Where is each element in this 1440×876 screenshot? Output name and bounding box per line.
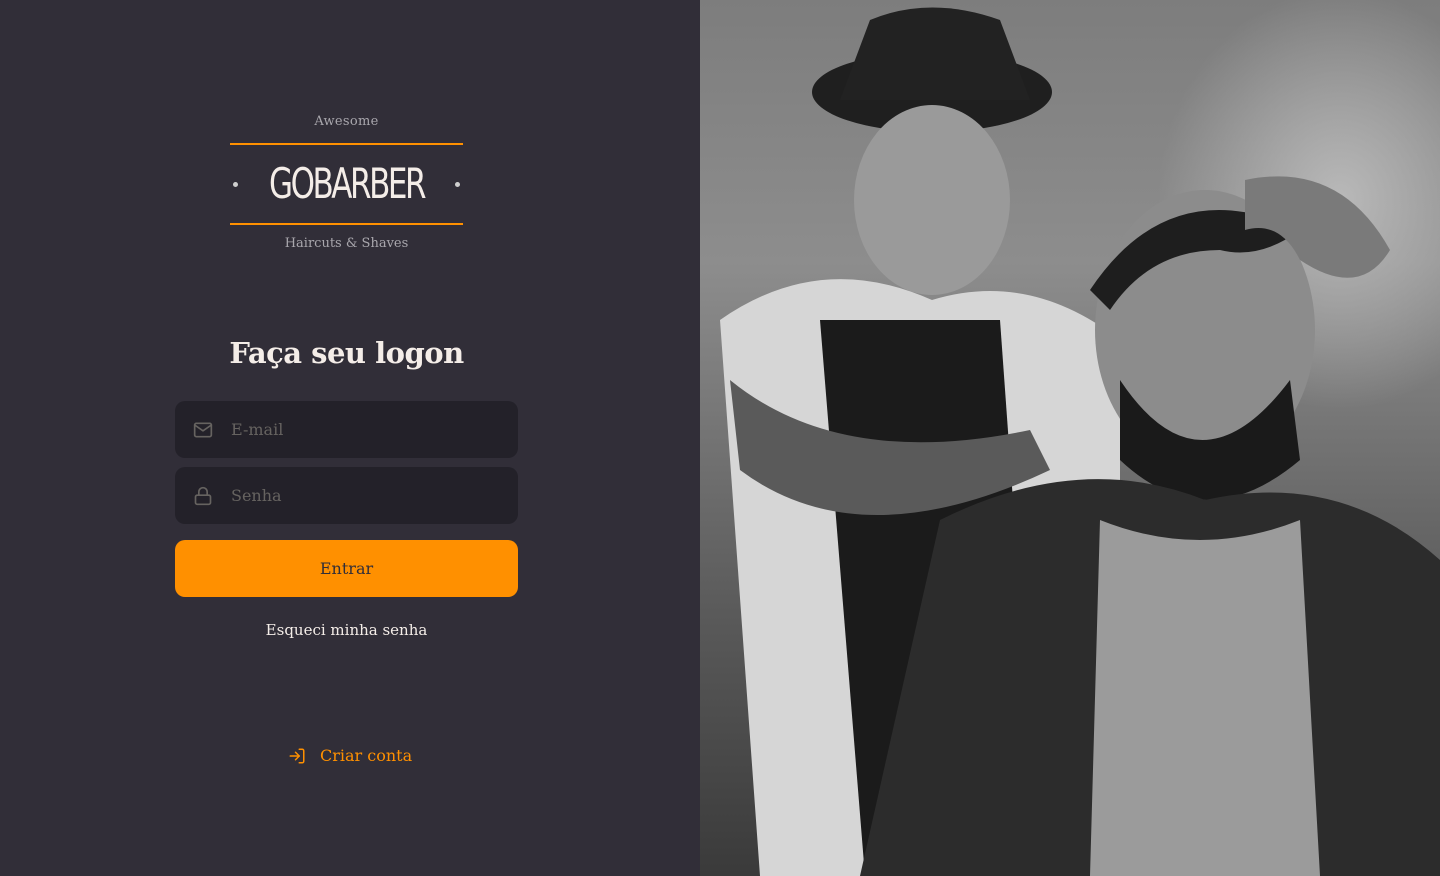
- signin-page: Awesome GOBARBER Haircuts & Shaves Faça …: [0, 0, 1440, 876]
- logo-name-row: GOBARBER: [230, 145, 463, 223]
- signin-panel: Awesome GOBARBER Haircuts & Shaves Faça …: [0, 0, 700, 876]
- logo-right-dot: [455, 181, 461, 187]
- log-in-icon: [288, 747, 306, 765]
- logo-left-dot: [232, 181, 238, 187]
- form-title: Faça seu logon: [229, 336, 464, 370]
- barber-illustration: [720, 7, 1440, 876]
- submit-button[interactable]: Entrar: [175, 540, 518, 597]
- logo-bottom-rule: [230, 223, 463, 225]
- logo-name: GOBARBER: [268, 159, 427, 208]
- barber-photo: [700, 0, 1440, 876]
- email-input[interactable]: [229, 419, 493, 440]
- password-input[interactable]: [229, 485, 493, 506]
- mail-icon: [193, 420, 213, 440]
- create-account-label: Criar conta: [320, 746, 413, 765]
- email-field[interactable]: [175, 401, 518, 458]
- create-account-link[interactable]: Criar conta: [288, 746, 412, 765]
- logo-top-text: Awesome: [314, 114, 379, 129]
- lock-icon: [193, 486, 213, 506]
- password-field[interactable]: [175, 467, 518, 524]
- logo-sub-text: Haircuts & Shaves: [284, 236, 409, 251]
- forgot-password-link[interactable]: Esqueci minha senha: [175, 621, 518, 639]
- gobarber-logo: Awesome GOBARBER Haircuts & Shaves: [230, 112, 463, 254]
